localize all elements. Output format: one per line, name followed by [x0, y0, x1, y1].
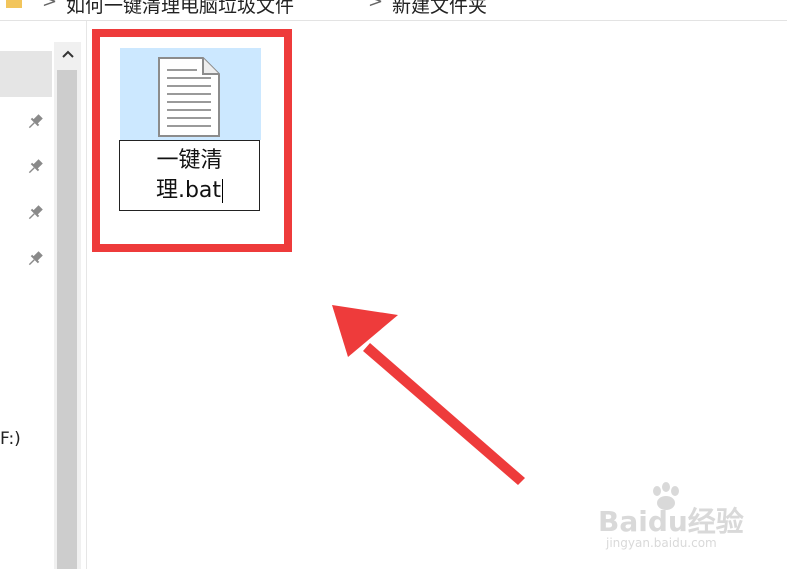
pin-icon[interactable]: [24, 202, 46, 224]
chevron-up-icon: [61, 50, 74, 58]
arrow-icon: [332, 305, 525, 485]
nav-scrollbar[interactable]: [54, 42, 81, 569]
nav-item-drive-f-label[interactable]: F:): [0, 429, 21, 449]
file-item-selected[interactable]: [120, 48, 261, 140]
baidu-jingyan-watermark: Baidu经验 jingyan.baidu.com: [598, 482, 758, 552]
rename-text-line-2: 理.bat: [155, 178, 222, 203]
breadcrumb-item-current[interactable]: 新建文件夹: [392, 0, 487, 18]
pin-icon[interactable]: [24, 111, 46, 133]
rename-text-line-1: 一键清: [156, 148, 223, 173]
folder-icon: [6, 0, 22, 8]
watermark-url: jingyan.baidu.com: [606, 536, 717, 550]
breadcrumb-separator: >: [42, 0, 58, 12]
pin-icon[interactable]: [24, 248, 46, 270]
pin-icon[interactable]: [24, 156, 46, 178]
text-caret: [222, 179, 224, 203]
breadcrumb-item-parent[interactable]: 如何一键清理电脑垃圾文件: [66, 0, 294, 18]
breadcrumb-separator: >: [368, 0, 384, 12]
scroll-up-button[interactable]: [54, 42, 81, 66]
address-bar[interactable]: > 如何一键清理电脑垃圾文件 > 新建文件夹: [0, 0, 787, 21]
text-file-icon: [158, 57, 220, 137]
navigation-pane[interactable]: F:): [0, 21, 54, 569]
nav-item-selected[interactable]: [0, 51, 52, 97]
rename-input[interactable]: 一键清 理.bat: [119, 140, 260, 211]
scroll-thumb[interactable]: [57, 70, 77, 569]
watermark-brand: Baidu经验: [598, 505, 744, 538]
